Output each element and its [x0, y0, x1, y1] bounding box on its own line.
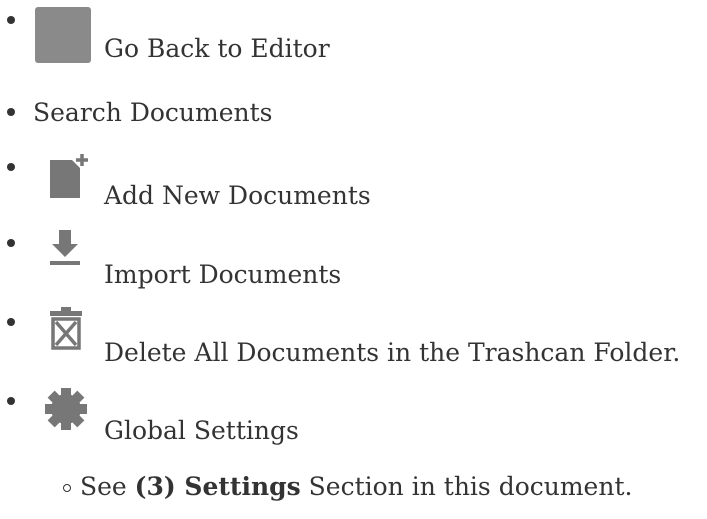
settings-ref-suffix: Section in this document. — [300, 472, 633, 501]
bullet — [7, 16, 15, 24]
bullet — [7, 163, 15, 171]
import-download-icon[interactable] — [47, 228, 83, 268]
sub-bullet — [63, 484, 71, 492]
bullet — [7, 397, 15, 405]
settings-ref-prefix: See — [80, 472, 135, 501]
trashcan-icon[interactable] — [48, 306, 84, 350]
settings-reference-text: See (3) Settings Section in this documen… — [80, 474, 632, 499]
bullet — [7, 239, 15, 247]
delete-trashcan-label[interactable]: Delete All Documents in the Trashcan Fol… — [104, 340, 680, 365]
settings-ref-emphasis: (3) Settings — [134, 472, 301, 501]
import-documents-label[interactable]: Import Documents — [104, 262, 341, 287]
editor-thumbnail-icon[interactable] — [34, 6, 92, 64]
search-documents-label[interactable]: Search Documents — [33, 100, 273, 125]
global-settings-label[interactable]: Global Settings — [104, 418, 299, 443]
add-new-documents-label[interactable]: Add New Documents — [104, 183, 371, 208]
gear-icon[interactable] — [44, 387, 88, 431]
add-document-icon[interactable] — [48, 153, 88, 199]
bullet — [7, 108, 15, 116]
bullet — [7, 318, 15, 326]
go-back-to-editor-label[interactable]: Go Back to Editor — [104, 36, 330, 61]
